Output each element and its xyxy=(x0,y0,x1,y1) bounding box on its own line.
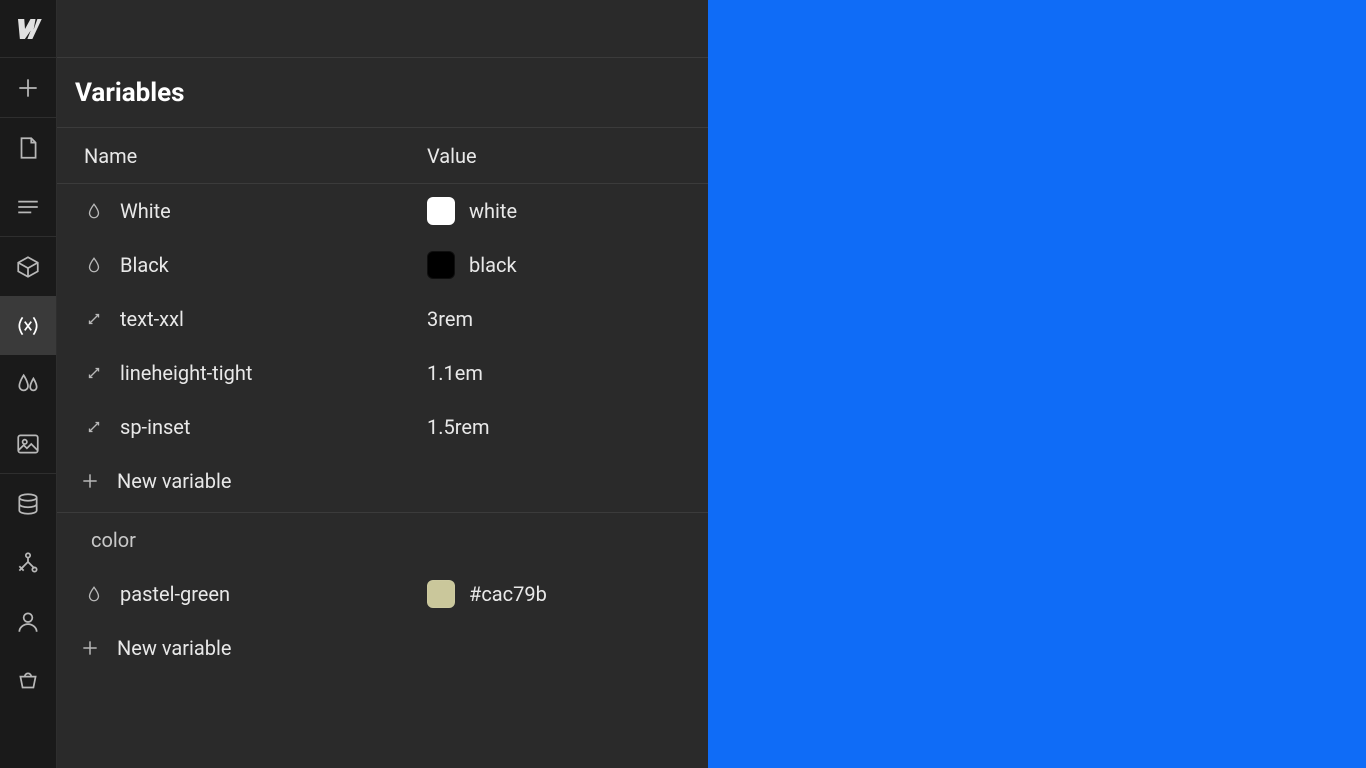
webflow-logo[interactable] xyxy=(0,0,56,58)
variable-value: #cac79b xyxy=(469,582,547,606)
variables-panel: Variables Name Value White white Black blac… xyxy=(57,0,708,768)
panel-title: Variables xyxy=(75,78,185,108)
toolbar-rail xyxy=(0,0,57,768)
variable-value: black xyxy=(469,253,517,277)
cms-button[interactable] xyxy=(0,474,56,533)
add-element-button[interactable] xyxy=(0,58,56,117)
new-variable-button[interactable]: New variable xyxy=(57,454,708,508)
size-icon xyxy=(84,417,104,437)
variable-name: sp-inset xyxy=(120,415,190,439)
variable-value: white xyxy=(469,199,517,223)
variable-row[interactable]: Black black xyxy=(57,238,708,292)
variable-group-title[interactable]: color xyxy=(57,513,708,567)
column-value-header: Value xyxy=(427,144,708,168)
canvas[interactable] xyxy=(708,0,1366,768)
color-swatch xyxy=(427,251,455,279)
variable-name: pastel-green xyxy=(120,582,230,606)
drop-icon xyxy=(84,255,104,275)
variable-value: 1.5rem xyxy=(427,415,490,439)
variable-row[interactable]: White white xyxy=(57,184,708,238)
variable-name: White xyxy=(120,199,171,223)
ecommerce-button[interactable] xyxy=(0,651,56,710)
logic-button[interactable] xyxy=(0,533,56,592)
variable-name: Black xyxy=(120,253,169,277)
size-icon xyxy=(84,363,104,383)
color-swatch xyxy=(427,580,455,608)
panel-topbar xyxy=(57,0,708,58)
users-button[interactable] xyxy=(0,592,56,651)
plus-icon xyxy=(79,470,101,492)
drop-icon xyxy=(84,201,104,221)
plus-icon xyxy=(79,637,101,659)
variables-button[interactable] xyxy=(0,296,56,355)
components-button[interactable] xyxy=(0,237,56,296)
navigator-button[interactable] xyxy=(0,177,56,236)
new-variable-label: New variable xyxy=(117,469,232,493)
columns-header: Name Value xyxy=(57,128,708,184)
variable-value: 1.1em xyxy=(427,361,483,385)
size-icon xyxy=(84,309,104,329)
drop-icon xyxy=(84,584,104,604)
new-variable-button[interactable]: New variable xyxy=(57,621,708,675)
new-variable-label: New variable xyxy=(117,636,232,660)
variable-row[interactable]: lineheight-tight 1.1em xyxy=(57,346,708,400)
pages-button[interactable] xyxy=(0,118,56,177)
variable-row[interactable]: sp-inset 1.5rem xyxy=(57,400,708,454)
variable-name: lineheight-tight xyxy=(120,361,252,385)
variable-row[interactable]: pastel-green #cac79b xyxy=(57,567,708,621)
assets-button[interactable] xyxy=(0,414,56,473)
style-manager-button[interactable] xyxy=(0,355,56,414)
variable-name: text-xxl xyxy=(120,307,184,331)
color-swatch xyxy=(427,197,455,225)
column-name-header: Name xyxy=(84,144,427,168)
variable-value: 3rem xyxy=(427,307,473,331)
variable-row[interactable]: text-xxl 3rem xyxy=(57,292,708,346)
